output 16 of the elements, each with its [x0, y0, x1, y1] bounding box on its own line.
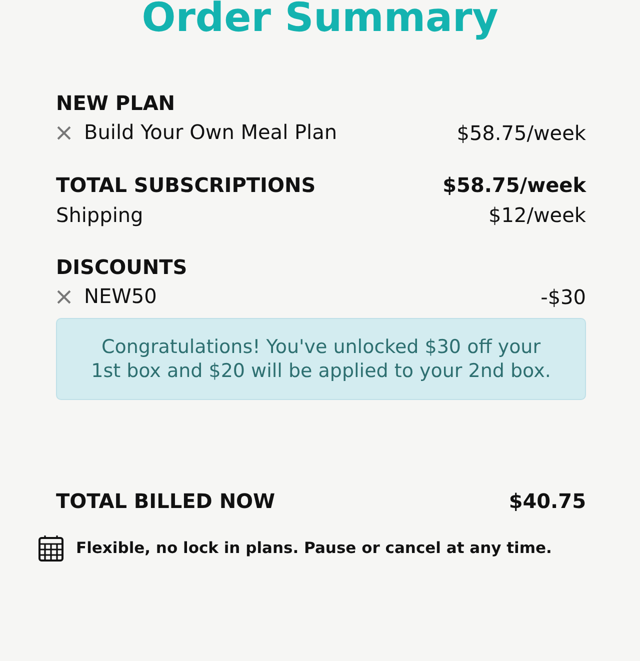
- footer-note: Flexible, no lock in plans. Pause or cancel at any time.: [76, 539, 552, 557]
- discount-code: NEW50: [84, 283, 158, 310]
- discount-amount: -$30: [540, 284, 586, 311]
- plan-name: Build Your Own Meal Plan: [84, 119, 338, 146]
- calendar-icon: [38, 534, 64, 562]
- section-heading: NEW PLAN: [56, 90, 176, 117]
- total-label: TOTAL SUBSCRIPTIONS: [56, 172, 317, 199]
- total-billed-value: $40.75: [508, 488, 586, 515]
- discount-notice: Congratulations! You've unlocked $30 off your 1st box and $20 will be applied to your 2nd box.: [56, 318, 586, 400]
- section-heading: DISCOUNTS: [56, 254, 188, 281]
- plan-price: $58.75/week: [456, 120, 586, 147]
- shipping-value: $12/week: [488, 202, 586, 229]
- total-billed-label: TOTAL BILLED NOW: [56, 488, 276, 515]
- shipping-label: Shipping: [56, 202, 144, 229]
- total-value: $58.75/week: [442, 172, 586, 199]
- page-title: Order Summary: [140, 0, 500, 42]
